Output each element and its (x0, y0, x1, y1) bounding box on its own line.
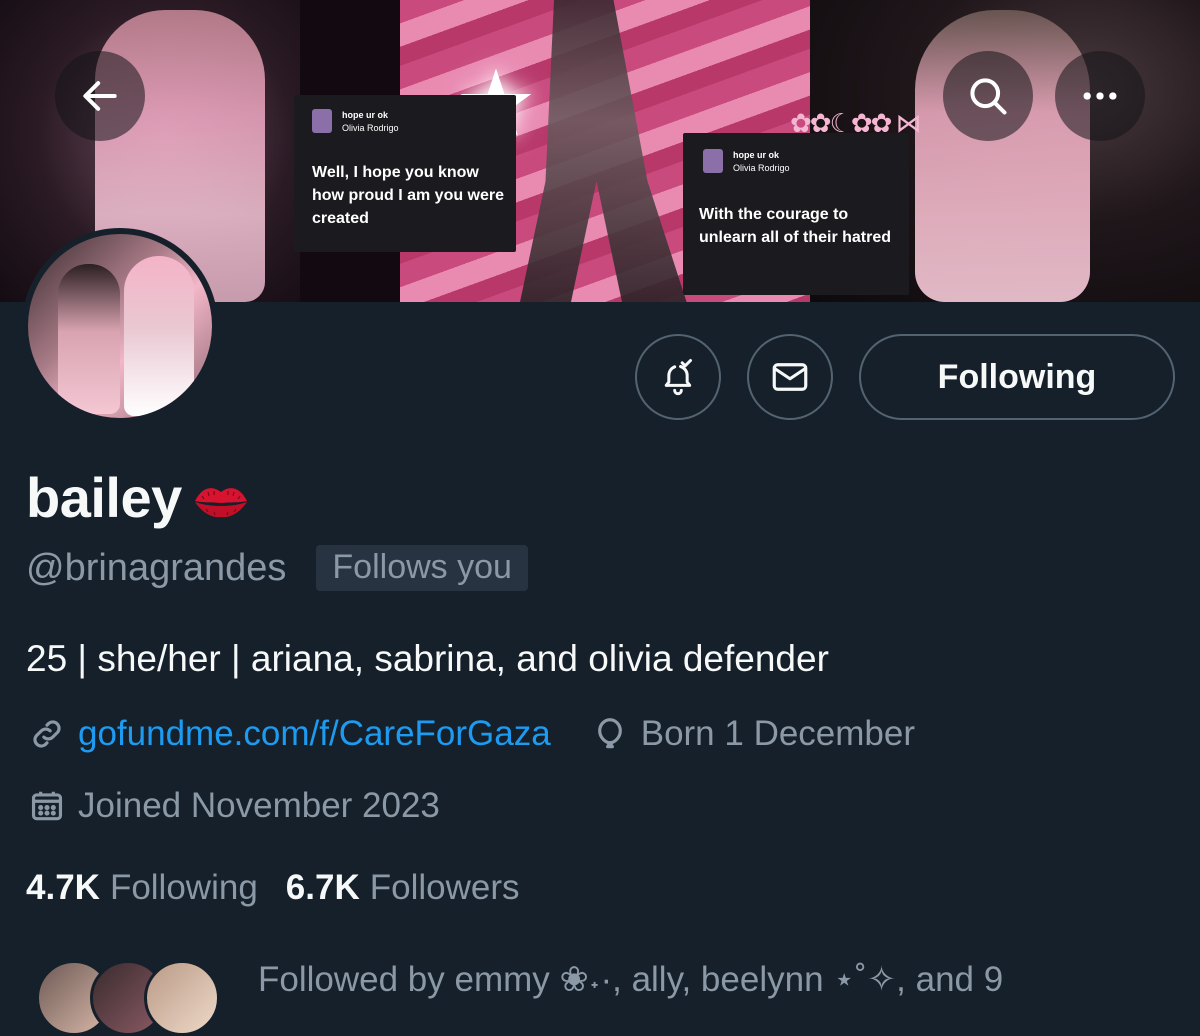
display-name-row: bailey (26, 465, 250, 530)
website-item[interactable]: gofundme.com/f/CareForGaza (28, 714, 551, 754)
followers-stat[interactable]: 6.7K Followers (286, 868, 520, 908)
lips-icon (194, 487, 247, 517)
lyric-card-text: With the courage to unlearn all of their… (699, 206, 892, 246)
avatar-image (28, 234, 212, 418)
lyric-card-2: hope ur ok Olivia Rodrigo With the coura… (683, 133, 909, 295)
lyric-card-artist: Olivia Rodrigo (733, 163, 790, 173)
followers-label: Followers (369, 868, 520, 907)
followed-by-row[interactable]: Followed by emmy ❀˖·, ally, beelynn ⋆˚✧,… (36, 960, 1003, 1036)
back-button[interactable] (55, 51, 145, 141)
lyric-card-text: Well, I hope you know how proud I am you… (312, 164, 505, 227)
birthday-text: Born 1 December (640, 714, 916, 753)
bio: 25 | she/her | ariana, sabrina, and oliv… (26, 638, 829, 679)
lyric-card-1: hope ur ok Olivia Rodrigo Well, I hope y… (294, 95, 516, 252)
follow-stats: 4.7K Following 6.7K Followers (26, 868, 520, 908)
followers-count: 6.7K (285, 868, 360, 907)
envelope-icon (772, 363, 808, 391)
following-stat[interactable]: 4.7K Following (26, 868, 258, 908)
bell-check-icon (664, 359, 692, 396)
birthday-item: Born 1 December (591, 714, 915, 754)
notifications-button[interactable] (635, 334, 721, 420)
lyric-card-song: hope ur ok (342, 110, 389, 120)
search-button[interactable] (943, 51, 1033, 141)
calendar-icon (31, 791, 63, 821)
search-icon (970, 78, 1007, 115)
more-button[interactable] (1055, 51, 1145, 141)
avatar[interactable] (22, 228, 218, 424)
avatar-figure-right (124, 256, 194, 416)
profile-meta-row: gofundme.com/f/CareForGaza Born 1 Decemb… (28, 714, 915, 754)
arrow-left-icon (83, 81, 117, 111)
following-count: 4.7K (26, 868, 100, 907)
album-thumbnail (312, 109, 332, 133)
following-label: Following (109, 868, 258, 907)
followed-by-text: Followed by emmy ❀˖·, ally, beelynn ⋆˚✧,… (258, 960, 1004, 999)
website-link[interactable]: gofundme.com/f/CareForGaza (78, 714, 551, 754)
display-name: bailey (26, 466, 182, 529)
balloon-icon (597, 718, 622, 749)
handle-row: @brinagrandes Follows you (26, 545, 528, 591)
link-icon (33, 720, 61, 748)
following-button[interactable]: Following (859, 334, 1175, 420)
album-thumbnail (703, 149, 723, 173)
more-horizontal-icon (1083, 92, 1117, 100)
follower-avatar (144, 960, 220, 1036)
avatar-figure-left (58, 264, 120, 414)
message-button[interactable] (747, 334, 833, 420)
lyric-card-song: hope ur ok (733, 150, 780, 160)
handle: @brinagrandes (26, 546, 287, 589)
joined-row: Joined November 2023 (28, 786, 440, 826)
joined-text: Joined November 2023 (78, 786, 440, 825)
joined-item: Joined November 2023 (28, 786, 440, 826)
lyric-card-artist: Olivia Rodrigo (342, 123, 399, 133)
follows-you-badge: Follows you (316, 545, 528, 591)
